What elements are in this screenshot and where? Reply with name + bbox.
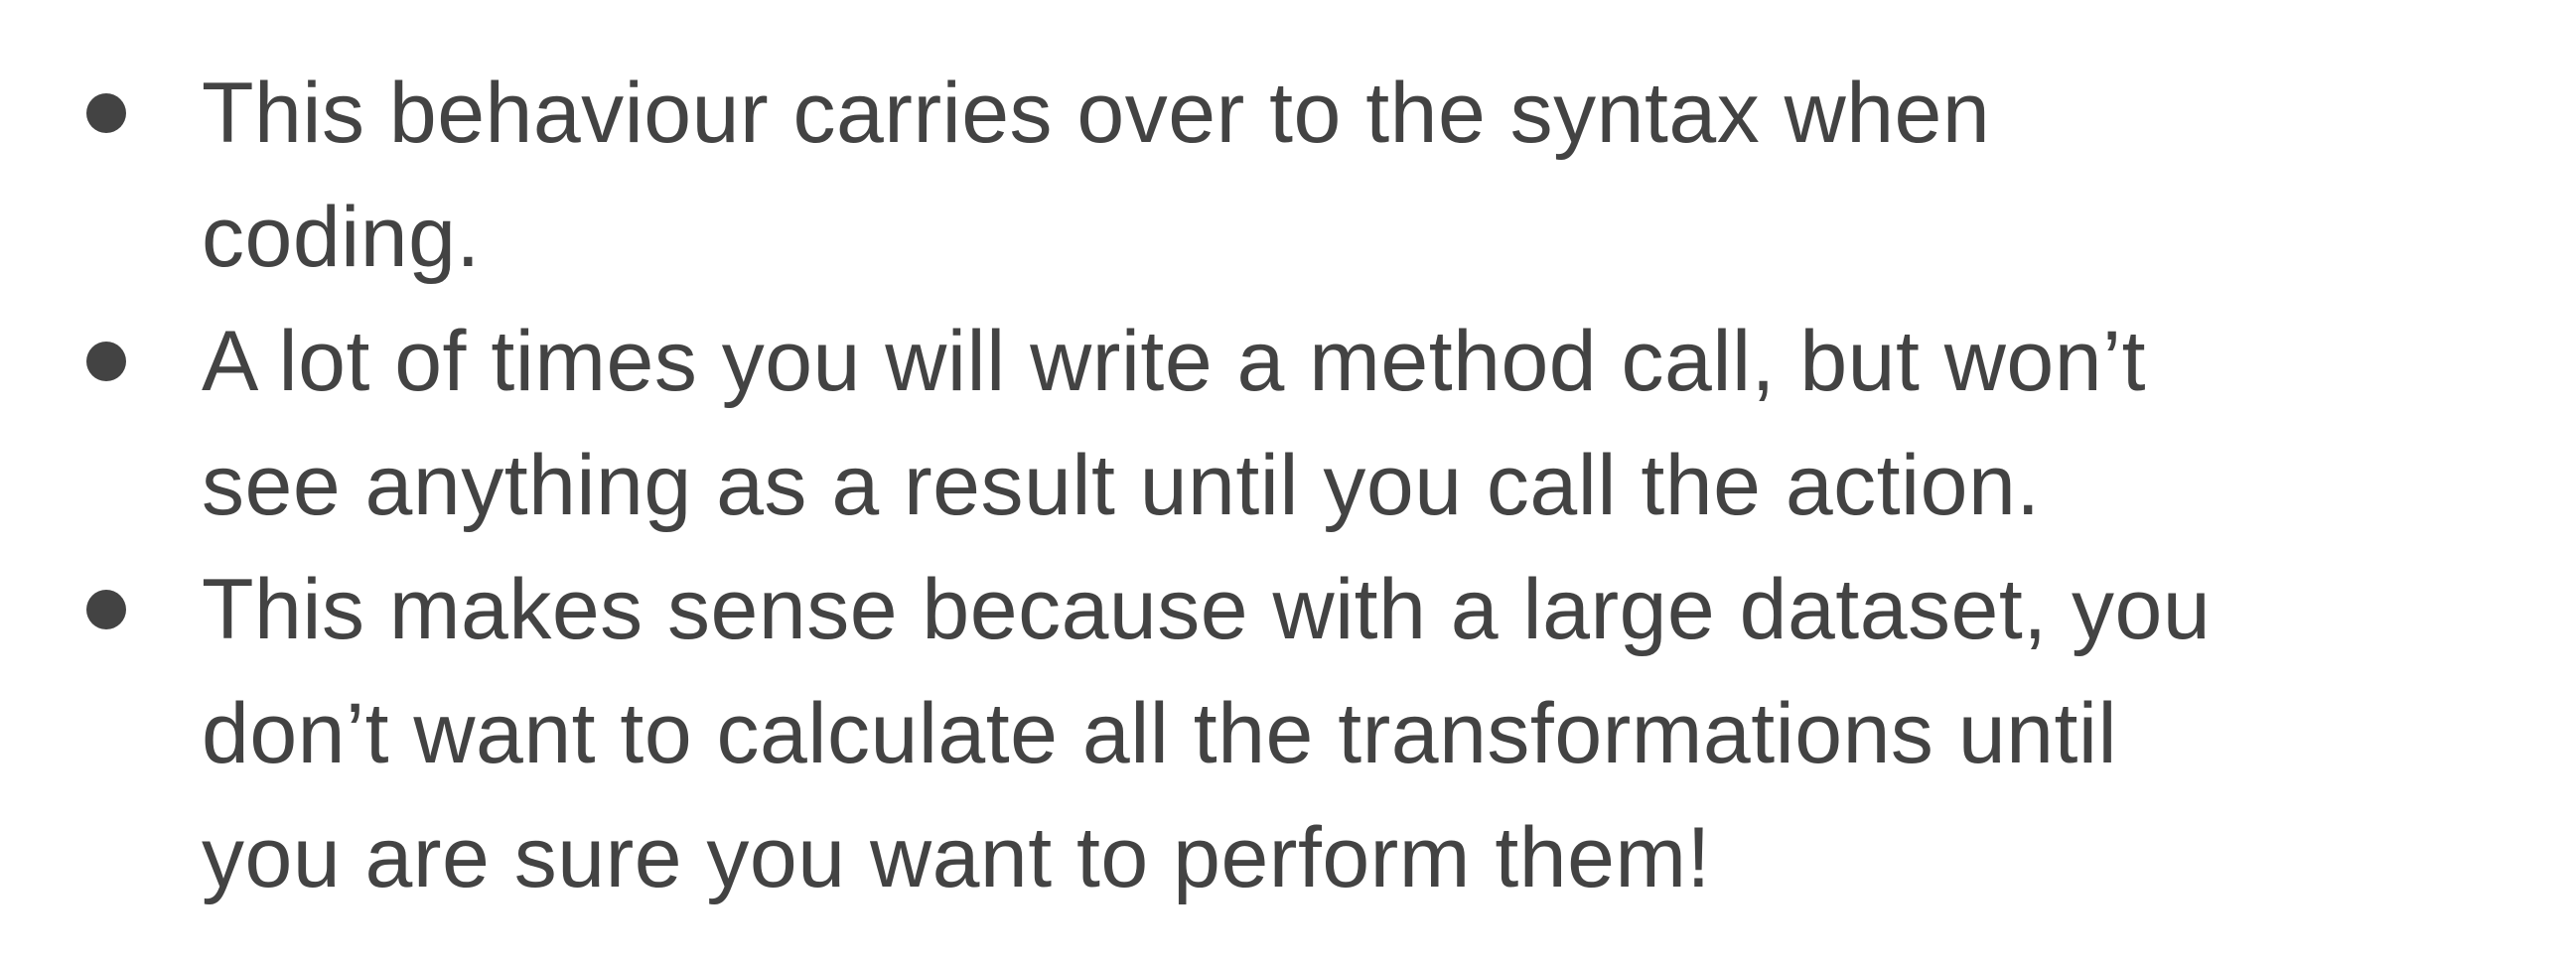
bullet-dot-icon: [86, 93, 126, 133]
bullet-item-3: This makes sense because with a large da…: [0, 548, 2576, 920]
bullet-text: This behaviour carries over to the synta…: [202, 66, 1991, 285]
bullet-dot-icon: [86, 590, 126, 629]
bullet-item-1: This behaviour carries over to the synta…: [0, 52, 2576, 300]
bullet-text: A lot of times you will write a method c…: [202, 314, 2147, 533]
bullet-dot-icon: [86, 342, 126, 381]
bullet-text: This makes sense because with a large da…: [202, 562, 2212, 905]
bullet-list: This behaviour carries over to the synta…: [0, 52, 2576, 920]
bullet-item-2: A lot of times you will write a method c…: [0, 300, 2576, 548]
slide: This behaviour carries over to the synta…: [0, 0, 2576, 966]
